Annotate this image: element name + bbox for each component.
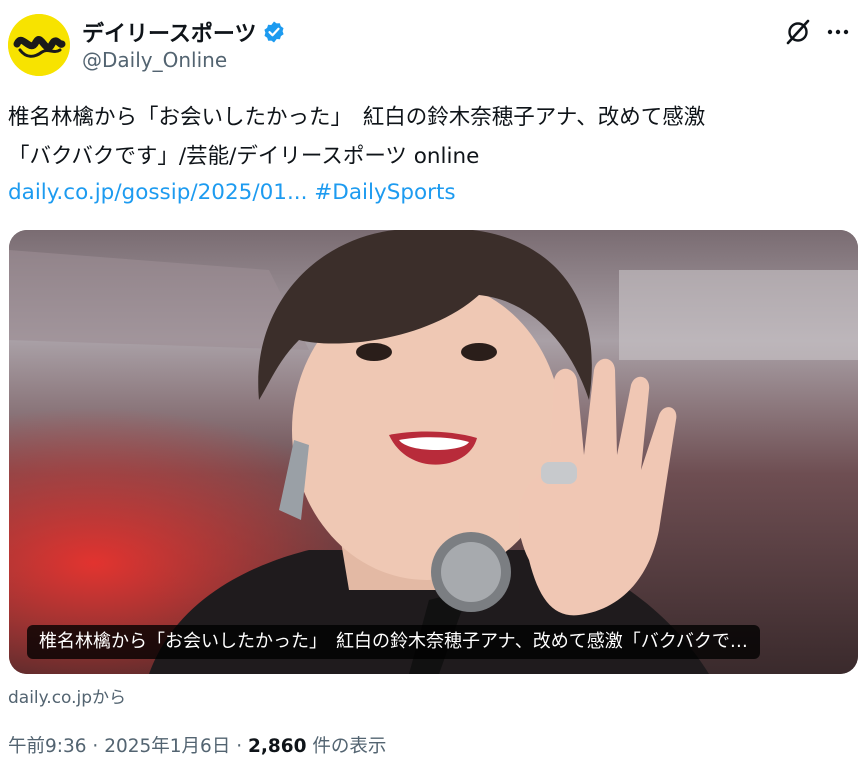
hashtag-link[interactable]: #DailySports <box>314 180 455 205</box>
avatar[interactable] <box>8 14 70 76</box>
meta-separator: · <box>86 736 105 757</box>
view-count-label: 件の表示 <box>306 736 387 757</box>
handle[interactable]: @Daily_Online <box>82 48 227 72</box>
card-photo <box>9 230 858 674</box>
display-name[interactable]: デイリースポーツ <box>82 16 256 48</box>
link-card[interactable]: 椎名林檎から「お会いしたかった」 紅白の鈴木奈穂子アナ、改めて感激「バクバクで… <box>9 230 858 674</box>
tweet-text-line: 椎名林檎から「お会いしたかった」 紅白の鈴木奈穂子アナ、改めて感激 <box>8 105 706 130</box>
view-count: 2,860 <box>247 736 307 757</box>
tweet-meta: 午前9:36 · 2025年1月6日 · 2,860 件の表示 <box>8 732 386 758</box>
tweet-text-line: 「バクバクです」/芸能/デイリースポーツ online <box>8 144 480 169</box>
verified-badge-icon <box>264 21 285 43</box>
card-source[interactable]: daily.co.jpから <box>8 683 126 708</box>
tweet-date[interactable]: 2025年1月6日 <box>104 732 230 758</box>
tweet-links: daily.co.jp/gossip/2025/01... #DailySpor… <box>8 176 456 210</box>
grok-icon[interactable] <box>784 18 812 46</box>
meta-separator: · <box>230 736 248 757</box>
more-options-icon[interactable] <box>824 18 852 46</box>
tweet-header: デイリースポーツ @Daily_Online <box>8 12 854 76</box>
card-caption: 椎名林檎から「お会いしたかった」 紅白の鈴木奈穂子アナ、改めて感激「バクバクで… <box>27 625 760 659</box>
name-row: デイリースポーツ <box>82 16 286 48</box>
tweet-text: 椎名林檎から「お会いしたかった」 紅白の鈴木奈穂子アナ、改めて感激 「バクバクです… <box>8 98 854 176</box>
article-link[interactable]: daily.co.jp/gossip/2025/01... <box>8 180 307 205</box>
daily-sports-logo-icon <box>8 14 70 76</box>
tweet-time[interactable]: 午前9:36 <box>8 732 87 758</box>
